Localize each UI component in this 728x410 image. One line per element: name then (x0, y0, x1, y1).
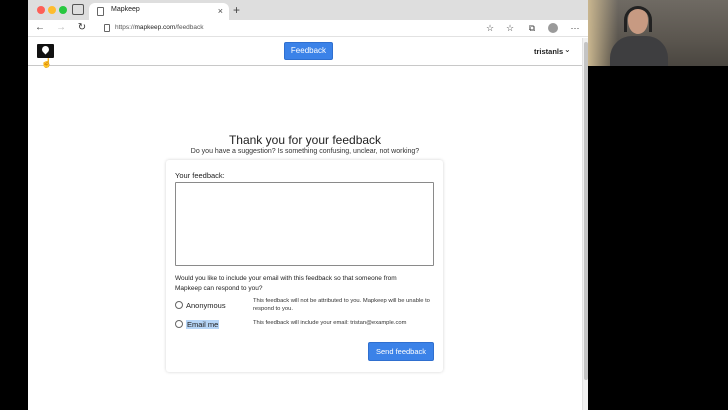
forward-button[interactable]: → (54, 21, 68, 35)
scroll-thumb[interactable] (584, 42, 588, 380)
tab-strip: Mapkeep × + (28, 0, 588, 20)
maximize-window-button[interactable] (59, 6, 67, 14)
scrollbar[interactable] (582, 38, 588, 410)
email-me-radio[interactable] (175, 320, 183, 328)
email-me-description: This feedback will include your email: t… (253, 320, 407, 326)
new-tab-button[interactable]: + (233, 2, 240, 18)
feedback-button[interactable]: Feedback (284, 42, 333, 60)
favorites-icon[interactable]: ☆ (504, 22, 516, 34)
page-icon (97, 7, 104, 16)
profile-avatar[interactable] (548, 23, 558, 33)
add-favorite-icon[interactable]: ☆ (484, 22, 496, 34)
headphones-icon (624, 6, 652, 32)
browser-tab[interactable]: Mapkeep × (89, 3, 229, 20)
more-menu-icon[interactable]: ⋯ (569, 22, 581, 34)
back-button[interactable]: ← (33, 21, 47, 35)
map-pin-icon (40, 44, 51, 55)
feedback-form: Your feedback: Would you like to include… (166, 160, 443, 372)
screen: Mapkeep × + ← → ↻ https://mapkeep.com/fe… (0, 0, 728, 410)
url-prefix: https:// (115, 24, 135, 31)
tab-title: Mapkeep (111, 6, 140, 13)
email-question: Would you like to include your email wit… (175, 275, 397, 292)
user-menu[interactable]: tristanls (534, 47, 563, 56)
browser-toolbar: ← → ↻ https://mapkeep.com/feedback ☆ ☆ ⧉… (28, 20, 588, 37)
webcam-person-body (610, 36, 668, 66)
browser-window: Mapkeep × + ← → ↻ https://mapkeep.com/fe… (28, 0, 588, 410)
reload-button[interactable]: ↻ (75, 21, 89, 35)
lock-icon[interactable] (104, 24, 110, 32)
pointer-cursor-icon: ☝ (41, 58, 53, 68)
webcam-overlay (588, 0, 728, 66)
collections-icon[interactable]: ⧉ (526, 22, 538, 34)
page-subtitle: Do you have a suggestion? Is something c… (190, 148, 420, 155)
address-bar[interactable]: https://mapkeep.com/feedback (98, 21, 526, 35)
page-title: Thank you for your feedback (228, 133, 382, 147)
url-host: mapkeep.com (134, 24, 176, 31)
site-header: ☝ Feedback tristanls ⌄ (28, 38, 582, 68)
tab-actions-icon[interactable] (72, 4, 84, 15)
url-text[interactable]: https://mapkeep.com/feedback (115, 24, 204, 31)
send-feedback-button[interactable]: Send feedback (368, 342, 434, 361)
feedback-textarea[interactable] (175, 182, 434, 266)
minimize-window-button[interactable] (48, 6, 56, 14)
url-path: /feedback (175, 24, 204, 31)
page: ☝ Feedback tristanls ⌄ Thank you for you… (28, 38, 588, 410)
anonymous-radio[interactable] (175, 301, 183, 309)
anonymous-description: This feedback will not be attributed to … (253, 298, 430, 312)
feedback-label: Your feedback: (175, 171, 225, 180)
chevron-down-icon[interactable]: ⌄ (564, 45, 571, 54)
close-window-button[interactable] (37, 6, 45, 14)
anonymous-label[interactable]: Anonymous (186, 301, 226, 310)
mapkeep-logo[interactable] (37, 44, 54, 58)
tab-close-icon[interactable]: × (218, 5, 223, 17)
email-me-label[interactable]: Email me (186, 320, 220, 329)
